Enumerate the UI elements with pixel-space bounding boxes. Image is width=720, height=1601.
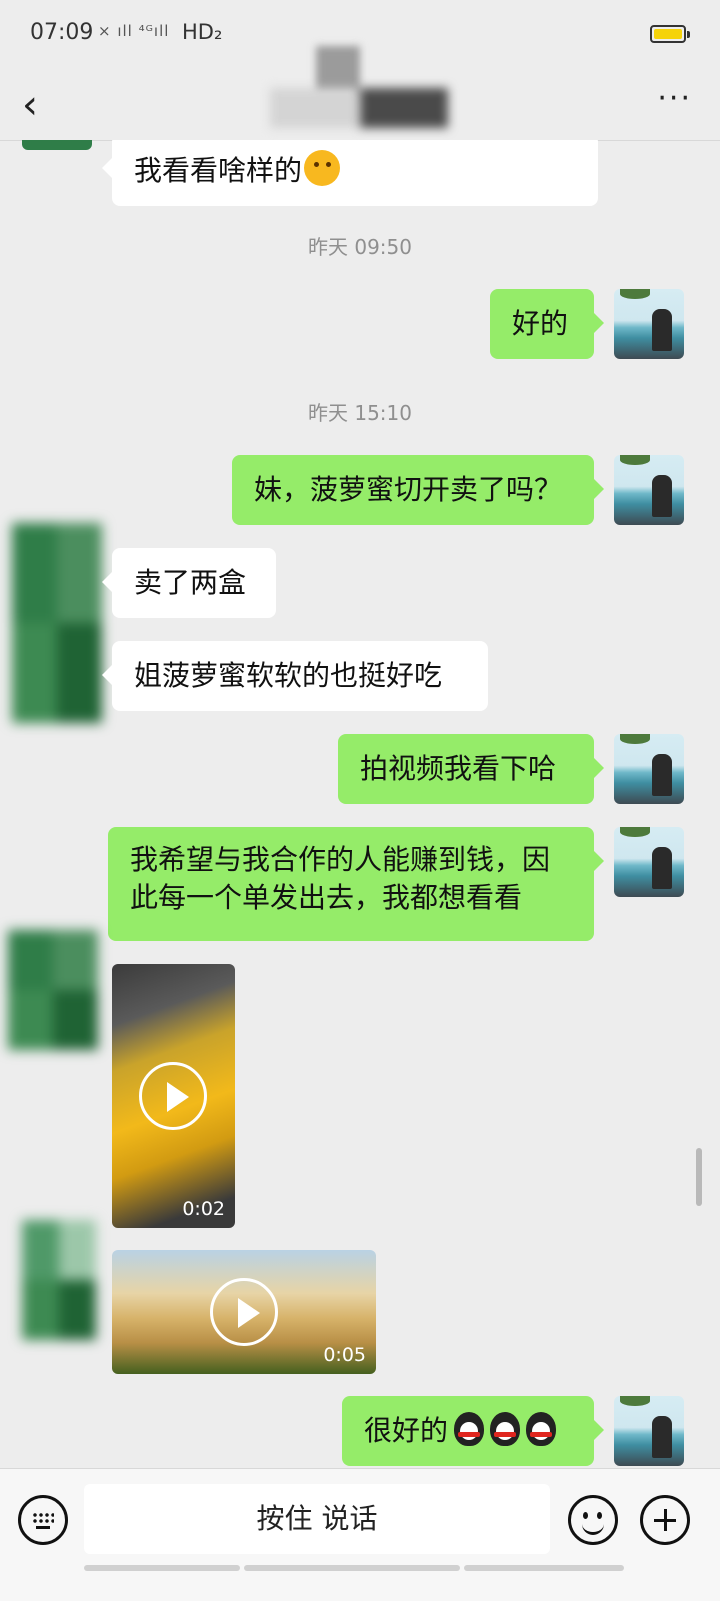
contact-avatar[interactable] [8, 930, 98, 1050]
message-text: 姐菠萝蜜软软的也挺好吃 [134, 659, 443, 692]
keyboard-icon[interactable] [18, 1495, 68, 1545]
video-message[interactable]: 0:05 [112, 1250, 376, 1374]
my-avatar[interactable] [614, 827, 684, 897]
more-options-icon[interactable]: ··· [657, 84, 692, 114]
message-text: 我看看啥样的 [134, 154, 303, 187]
timestamp: 昨天 09:50 [308, 235, 412, 259]
video-duration: 0:02 [182, 1198, 225, 1220]
video-message[interactable]: 0:02 [112, 964, 235, 1228]
battery-icon [650, 25, 690, 43]
my-avatar[interactable] [614, 1396, 684, 1466]
contact-avatar-partial[interactable] [22, 140, 92, 150]
message-text: 妹，菠萝蜜切开卖了吗？ [254, 473, 563, 506]
message-bubble-outgoing[interactable]: 好的 [490, 289, 604, 359]
emoji-icon[interactable] [568, 1495, 618, 1545]
scroll-indicator[interactable] [696, 1148, 702, 1206]
back-icon[interactable]: ‹ [22, 80, 62, 130]
navigation-hint [84, 1565, 624, 1571]
message-bubble-outgoing[interactable]: 妹，菠萝蜜切开卖了吗？ [232, 455, 604, 525]
my-avatar[interactable] [614, 455, 684, 525]
message-bubble-incoming[interactable]: 卖了两盒 [102, 548, 276, 618]
my-avatar[interactable] [614, 289, 684, 359]
contact-name-obscured [270, 46, 450, 130]
message-text: 卖了两盒 [134, 566, 247, 599]
my-avatar[interactable] [614, 734, 684, 804]
message-text: 好的 [512, 307, 569, 340]
signal-icon: × ıll ⁴ᴳıll [98, 22, 170, 40]
plus-icon[interactable] [640, 1495, 690, 1545]
chat-header: ‹ ··· [0, 46, 720, 141]
message-text-line: 此每一个单发出去，我都想看看 [130, 881, 523, 914]
penguin-emoji-icon [490, 1412, 521, 1446]
timestamp: 昨天 15:10 [308, 401, 412, 425]
message-text: 拍视频我看下哈 [360, 752, 557, 785]
play-icon[interactable] [210, 1278, 278, 1346]
message-list[interactable]: 我看看啥样的 昨天 09:50 好的 昨天 15:10 妹，菠萝蜜切开卖了吗？ … [0, 140, 720, 1500]
message-bubble-outgoing[interactable]: 拍视频我看下哈 [338, 734, 604, 804]
wink-emoji-icon [304, 150, 341, 186]
message-bubble-incoming[interactable]: 姐菠萝蜜软软的也挺好吃 [102, 641, 488, 711]
contact-avatar[interactable] [12, 523, 102, 723]
penguin-emoji-icon [454, 1412, 485, 1446]
message-bubble-outgoing[interactable]: 我希望与我合作的人能赚到钱，因 此每一个单发出去，我都想看看 [108, 827, 604, 941]
status-time: 07:09 [30, 20, 94, 45]
play-icon[interactable] [139, 1062, 207, 1130]
hold-to-talk-button[interactable]: 按住 说话 [84, 1484, 550, 1554]
penguin-emoji-icon [526, 1412, 557, 1446]
message-bubble-outgoing[interactable]: 很好的 [342, 1396, 604, 1466]
network-label: HD₂ [182, 20, 223, 44]
message-text: 很好的 [364, 1414, 449, 1447]
contact-avatar[interactable] [22, 1220, 96, 1340]
input-bar: 按住 说话 [0, 1468, 720, 1601]
message-text-line: 我希望与我合作的人能赚到钱，因 [130, 843, 551, 876]
video-duration: 0:05 [323, 1344, 366, 1366]
message-bubble-incoming[interactable]: 我看看啥样的 [102, 140, 598, 206]
